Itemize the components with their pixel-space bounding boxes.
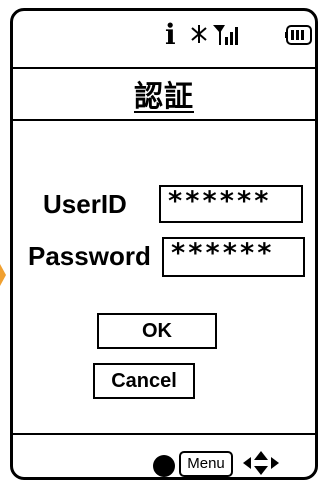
menu-softkey[interactable]: Menu xyxy=(179,451,233,477)
page-title: 認証 xyxy=(133,79,194,113)
bluetooth-icon xyxy=(191,25,207,43)
signal-icon xyxy=(213,25,238,45)
phone-screen: i 認証 UserID ****** Password ****** OK Ca… xyxy=(10,8,318,480)
left-edge-arrow-icon xyxy=(0,264,6,286)
cancel-button[interactable]: Cancel xyxy=(93,363,195,399)
password-field[interactable]: ****** xyxy=(162,237,305,277)
userid-label: UserID xyxy=(43,189,127,219)
ok-button[interactable]: OK xyxy=(97,313,217,349)
softkey-bar: Menu xyxy=(13,435,315,477)
password-label: Password xyxy=(28,241,151,271)
title-divider xyxy=(13,119,315,121)
userid-field[interactable]: ****** xyxy=(159,185,303,223)
dpad-icon[interactable] xyxy=(239,449,283,477)
battery-icon xyxy=(285,25,312,45)
status-bar: i xyxy=(13,11,315,67)
status-divider xyxy=(13,67,315,69)
info-icon: i xyxy=(165,18,176,51)
center-dot-icon[interactable] xyxy=(153,455,175,477)
